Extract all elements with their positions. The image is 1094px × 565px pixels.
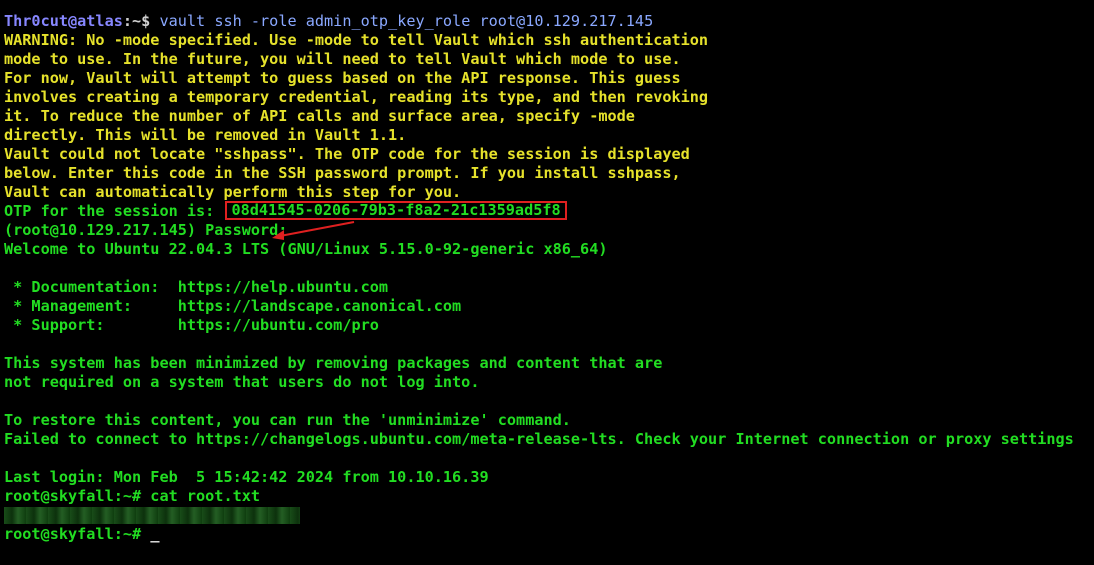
otp-line: OTP for the session is: 08d41545-0206-79… <box>4 201 1090 221</box>
link-line-management: * Management: https://landscape.canonica… <box>4 297 462 315</box>
root-prompt-cat: root@skyfall:~# cat root.txt <box>4 487 261 505</box>
warning-line: below. Enter this code in the SSH passwo… <box>4 164 681 182</box>
vault-command: vault ssh -role admin_otp_key_role root@… <box>150 12 654 30</box>
link-line-support: * Support: https://ubuntu.com/pro <box>4 316 379 334</box>
cursor: _ <box>150 525 160 543</box>
link-line-documentation: * Documentation: https://help.ubuntu.com <box>4 278 389 296</box>
restore-line: Failed to connect to https://changelogs.… <box>4 430 1074 448</box>
terminal-output[interactable]: Thr0cut@atlas:~$ vault ssh -role admin_o… <box>4 12 1090 544</box>
prompt-path: :~$ <box>122 12 151 30</box>
prompt-user-host: Thr0cut@atlas <box>4 12 123 30</box>
warning-line: involves creating a temporary credential… <box>4 88 709 106</box>
restore-line: To restore this content, you can run the… <box>4 411 571 429</box>
redacted-flag <box>4 507 300 524</box>
warning-line: WARNING: No -mode specified. Use -mode t… <box>4 31 709 49</box>
warning-line: directly. This will be removed in Vault … <box>4 126 407 144</box>
root-prompt: root@skyfall:~# <box>4 525 151 543</box>
warning-line: For now, Vault will attempt to guess bas… <box>4 69 681 87</box>
warning-line: mode to use. In the future, you will nee… <box>4 50 681 68</box>
arrow-annotation-icon <box>272 221 355 240</box>
warning-line: Vault can automatically perform this ste… <box>4 183 462 201</box>
last-login-line: Last login: Mon Feb 5 15:42:42 2024 from… <box>4 468 489 486</box>
minimized-line: This system has been minimized by removi… <box>4 354 663 372</box>
local-prompt-line: Thr0cut@atlas:~$ vault ssh -role admin_o… <box>4 12 1090 31</box>
root-prompt-line: root@skyfall:~# _ <box>4 525 1090 544</box>
minimized-line: not required on a system that users do n… <box>4 373 480 391</box>
otp-label: OTP for the session is: <box>4 202 215 220</box>
redacted-flag-line <box>4 506 1090 525</box>
warning-line: it. To reduce the number of API calls an… <box>4 107 635 125</box>
password-prompt: (root@10.129.217.145) Password: <box>4 221 288 239</box>
warning-line: Vault could not locate "sshpass". The OT… <box>4 145 690 163</box>
welcome-line: Welcome to Ubuntu 22.04.3 LTS (GNU/Linux… <box>4 240 608 258</box>
